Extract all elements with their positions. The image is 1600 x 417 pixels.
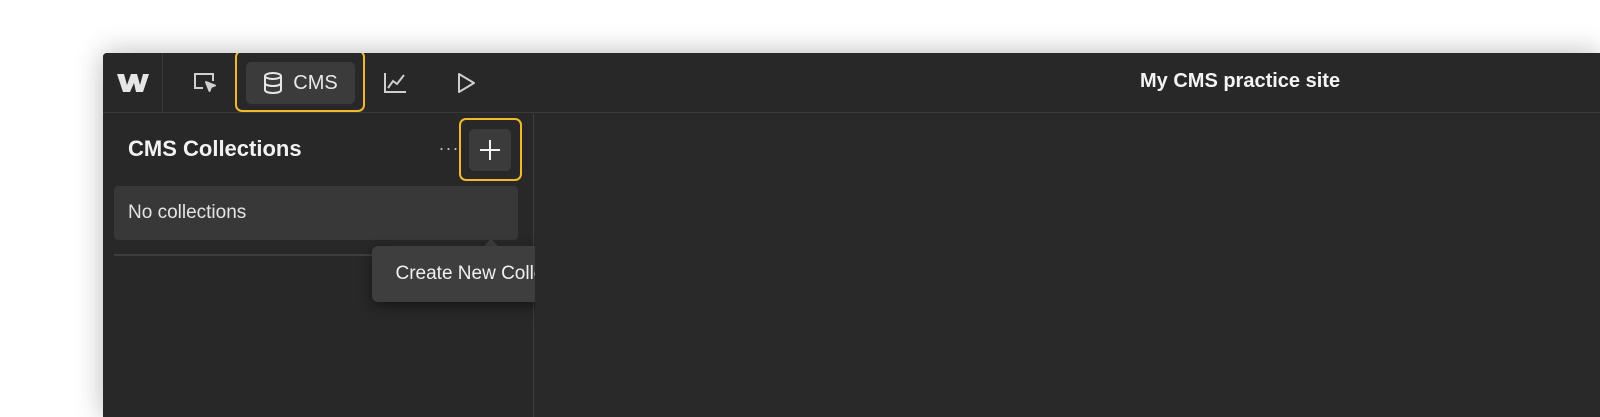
insights-button[interactable] <box>373 62 417 104</box>
designer-button[interactable] <box>183 62 227 104</box>
designer-cursor-icon <box>192 71 218 95</box>
app-window: CMS My CMS practice site CMS Collections… <box>103 53 1600 417</box>
empty-collections-text: No collections <box>128 202 247 223</box>
top-toolbar: CMS My CMS practice site <box>103 53 1600 113</box>
preview-button[interactable] <box>444 62 488 104</box>
cms-tab-label: CMS <box>293 71 338 94</box>
add-collection-button[interactable] <box>469 129 511 171</box>
play-preview-icon <box>455 71 477 95</box>
database-icon <box>263 71 283 95</box>
more-options-button[interactable]: ··· <box>434 136 464 160</box>
analytics-chart-icon <box>382 71 408 95</box>
plus-icon <box>479 139 501 161</box>
site-title: My CMS practice site <box>1140 70 1341 92</box>
webflow-logo-icon[interactable] <box>103 53 163 113</box>
panel-title: CMS Collections <box>128 136 302 161</box>
cms-collections-panel: CMS Collections ··· No collections Creat… <box>103 114 608 417</box>
main-canvas <box>535 114 1600 417</box>
empty-collections-row: No collections <box>114 186 518 240</box>
cms-tab-button[interactable]: CMS <box>246 62 355 104</box>
